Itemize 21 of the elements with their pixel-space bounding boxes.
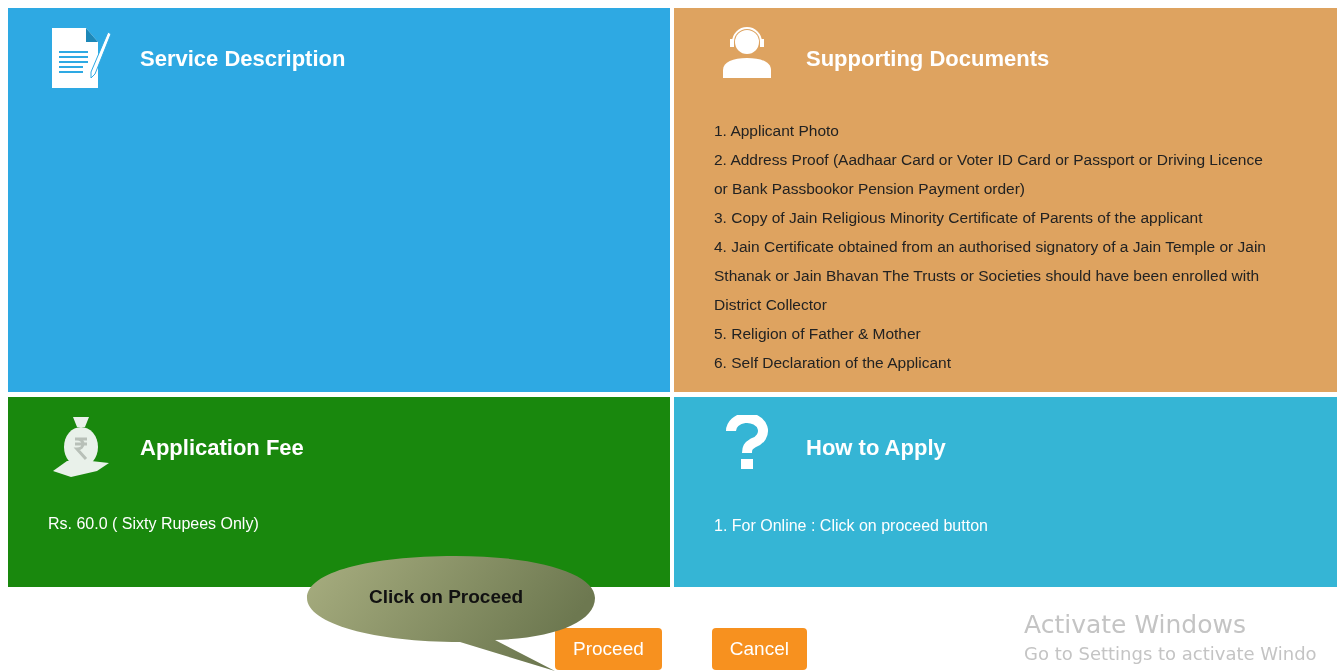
panel-text: 1. Applicant Photo xyxy=(714,121,840,141)
cancel-button[interactable]: Cancel xyxy=(711,628,807,670)
question-mark-icon xyxy=(725,415,769,471)
panel-text: 2. Address Proof (Aadhaar Card or Voter ID Card or Passport or Driving Licence or Bank Passbookor Pension Payment order) xyxy=(714,150,1264,199)
panel-text: 6. Self Declaration of the Applicant xyxy=(714,353,952,373)
headset-user-icon xyxy=(722,26,772,78)
panel-text: 1. For Online : Click on proceed button xyxy=(714,516,989,536)
panel-title: Supporting Documents xyxy=(806,46,1050,72)
callout-text: Click on Proceed xyxy=(369,586,524,608)
panel-text: 4. Jain Certificate obtained from an authorised signatory of a Jain Temple or Jain Sthanak or Jain Bhavan The Trusts or Societies should have been enrolled with District Collector xyxy=(714,237,1267,315)
panel-text: Rs. 60.0 ( Sixty Rupees Only) xyxy=(48,514,260,534)
panel-text: 5. Religion of Father & Mother xyxy=(714,324,922,344)
activation-message: Go to Settings to activate Windo xyxy=(1024,643,1317,664)
panel-title: Service Description xyxy=(140,46,346,72)
proceed-button[interactable]: Proceed xyxy=(555,628,662,670)
panel-title: How to Apply xyxy=(806,435,946,461)
panel-text: 3. Copy of Jain Religious Minority Certificate of Parents of the applicant xyxy=(714,208,1204,228)
money-bag-icon xyxy=(51,415,111,479)
activation-title: Activate Windows xyxy=(1024,610,1247,639)
document-pen-icon xyxy=(50,26,112,90)
panel-title: Application Fee xyxy=(140,435,304,461)
